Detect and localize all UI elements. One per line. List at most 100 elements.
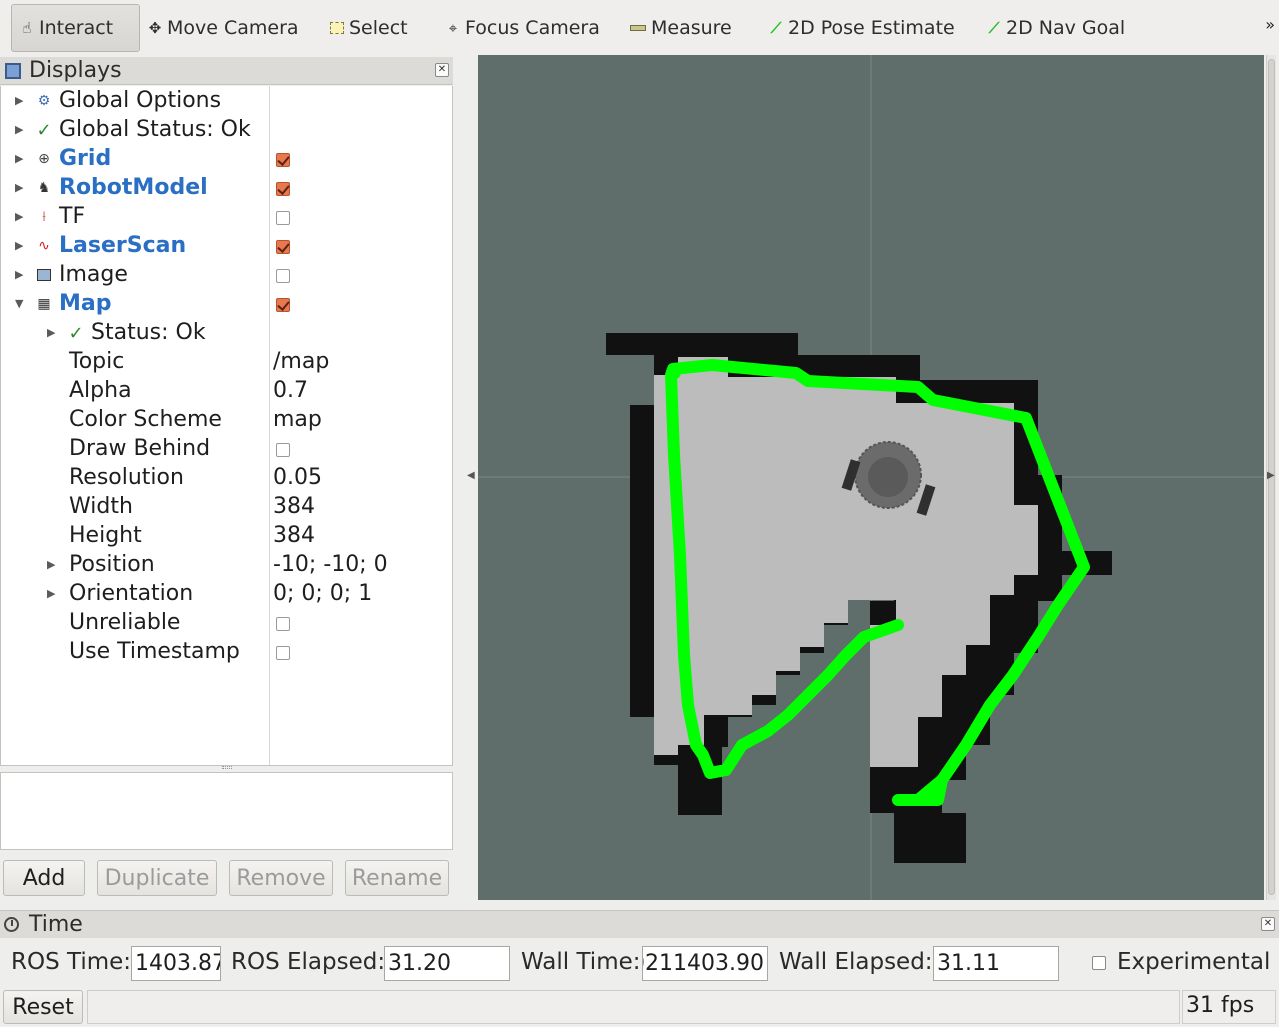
image-icon (36, 267, 52, 283)
viewport-scene (478, 55, 1264, 900)
tree-item-label: RobotModel (59, 175, 208, 200)
tool-interact-label: Interact (39, 17, 114, 39)
select-icon (330, 22, 344, 34)
tree-item-label: Global Status: Ok (59, 117, 251, 142)
expand-arrow-icon[interactable]: ▶ (47, 587, 57, 600)
tree-item-robot-model[interactable]: ▶ ♞ RobotModel (1, 174, 452, 203)
map-prop-draw-behind[interactable]: Draw Behind (1, 435, 452, 464)
remove-display-button[interactable]: Remove (229, 860, 333, 896)
image-enabled-checkbox[interactable] (276, 269, 290, 283)
tree-item-grid[interactable]: ▶ ⊕ Grid (1, 145, 452, 174)
map-prop-position[interactable]: ▶ Position -10; -10; 0 (1, 551, 452, 580)
wall-time-field[interactable]: 0211403.90 (642, 946, 768, 981)
tree-item-label: LaserScan (59, 233, 187, 258)
tree-item-tf[interactable]: ▶ ⟊ TF (1, 203, 452, 232)
expand-arrow-icon[interactable]: ▶ (15, 123, 25, 136)
prop-value[interactable]: 0.7 (273, 378, 308, 403)
map-prop-resolution[interactable]: Resolution 0.05 (1, 464, 452, 493)
tool-select-label: Select (349, 17, 408, 39)
prop-value[interactable]: /map (273, 349, 329, 374)
prop-value[interactable]: map (273, 407, 322, 432)
ros-elapsed-label: ROS Elapsed: (231, 949, 386, 975)
reset-button[interactable]: Reset (3, 990, 83, 1024)
wall-elapsed-label: Wall Elapsed: (779, 949, 933, 975)
render-viewport[interactable] (478, 55, 1264, 900)
expand-arrow-icon[interactable]: ▶ (15, 181, 25, 194)
prop-label: Width (69, 494, 133, 519)
duplicate-display-button[interactable]: Duplicate (97, 860, 217, 896)
prop-value[interactable]: -10; -10; 0 (273, 552, 388, 577)
map-prop-unreliable[interactable]: Unreliable (1, 609, 452, 638)
map-enabled-checkbox[interactable] (276, 298, 290, 312)
laser-scan-enabled-checkbox[interactable] (276, 240, 290, 254)
map-prop-height[interactable]: Height 384 (1, 522, 452, 551)
tree-item-map[interactable]: ▼ ▦ Map (1, 290, 452, 319)
collapse-left-handle[interactable]: ◀ (467, 470, 475, 481)
robot-model-enabled-checkbox[interactable] (276, 182, 290, 196)
toolbar-overflow-button[interactable]: » (1265, 15, 1275, 34)
tree-item-global-options[interactable]: ▶ ⚙ Global Options (1, 87, 452, 116)
map-prop-alpha[interactable]: Alpha 0.7 (1, 377, 452, 406)
map-status-row[interactable]: ▶ ✓ Status: Ok (1, 319, 452, 348)
ros-time-field[interactable]: 1403.87 (131, 946, 221, 981)
prop-value[interactable]: 384 (273, 494, 315, 519)
draw-behind-checkbox[interactable] (276, 443, 290, 457)
grid-enabled-checkbox[interactable] (276, 153, 290, 167)
nav-goal-arrow-icon: ⟋ (988, 19, 1000, 37)
monitor-icon (5, 62, 21, 79)
displays-close-button[interactable]: ✕ (435, 63, 449, 77)
tool-measure-button[interactable]: Measure (630, 4, 732, 52)
prop-value[interactable]: 384 (273, 523, 315, 548)
expand-arrow-icon[interactable]: ▶ (15, 239, 25, 252)
expand-arrow-icon[interactable]: ▶ (15, 210, 25, 223)
unreliable-checkbox[interactable] (276, 617, 290, 631)
tool-select-button[interactable]: Select (330, 4, 408, 52)
tool-2d-nav-goal-button[interactable]: ⟋ 2D Nav Goal (985, 4, 1125, 52)
splitter-handle[interactable] (222, 766, 232, 769)
prop-value[interactable]: 0; 0; 0; 1 (273, 581, 372, 606)
rename-display-button[interactable]: Rename (345, 860, 449, 896)
tool-move-camera-label: Move Camera (167, 17, 299, 39)
tree-item-global-status[interactable]: ▶ ✓ Global Status: Ok (1, 116, 452, 145)
tree-item-laser-scan[interactable]: ▶ ∿ LaserScan (1, 232, 452, 261)
expand-arrow-icon[interactable]: ▶ (15, 268, 25, 281)
prop-value[interactable]: 0.05 (273, 465, 322, 490)
map-prop-topic[interactable]: Topic /map (1, 348, 452, 377)
tool-move-camera-button[interactable]: ✥ Move Camera (146, 4, 299, 52)
expand-arrow-icon[interactable]: ▶ (15, 94, 25, 107)
tool-focus-camera-button[interactable]: ⌖ Focus Camera (444, 4, 600, 52)
tool-focus-camera-label: Focus Camera (465, 17, 600, 39)
expand-arrow-icon[interactable]: ▶ (47, 558, 57, 571)
wall-elapsed-field[interactable]: 31.11 (933, 946, 1059, 981)
tf-enabled-checkbox[interactable] (276, 211, 290, 225)
tool-interact-button[interactable]: ☝ Interact (11, 4, 140, 52)
laser-scan-icon: ∿ (38, 238, 50, 254)
displays-tree: ▶ ⚙ Global Options ▶ ✓ Global Status: Ok… (0, 86, 453, 766)
fps-readout: 31 fps (1182, 990, 1276, 1024)
map-prop-use-timestamp[interactable]: Use Timestamp (1, 638, 452, 667)
time-close-button[interactable]: ✕ (1261, 917, 1275, 931)
ros-elapsed-field[interactable]: 31.20 (384, 946, 510, 981)
expand-arrow-icon[interactable]: ▶ (47, 326, 57, 339)
tree-item-label: TF (59, 204, 86, 229)
map-prop-color-scheme[interactable]: Color Scheme map (1, 406, 452, 435)
tree-item-image[interactable]: ▶ Image (1, 261, 452, 290)
expand-arrow-icon[interactable]: ▶ (15, 152, 25, 165)
clock-icon (4, 917, 19, 932)
map-prop-width[interactable]: Width 384 (1, 493, 452, 522)
tool-2d-pose-estimate-label: 2D Pose Estimate (788, 17, 955, 39)
prop-label: Orientation (69, 581, 194, 606)
grid-icon: ⊕ (38, 151, 50, 167)
map-prop-orientation[interactable]: ▶ Orientation 0; 0; 0; 1 (1, 580, 452, 609)
collapse-right-handle[interactable]: ▶ (1267, 470, 1275, 481)
check-icon: ✓ (68, 322, 84, 344)
prop-label: Draw Behind (69, 436, 211, 461)
tool-2d-pose-estimate-button[interactable]: ⟋ 2D Pose Estimate (767, 4, 955, 52)
measure-icon (630, 25, 646, 31)
add-display-button[interactable]: Add (3, 860, 85, 896)
use-timestamp-checkbox[interactable] (276, 646, 290, 660)
collapse-arrow-icon[interactable]: ▼ (15, 297, 25, 310)
experimental-checkbox[interactable] (1092, 956, 1106, 970)
tree-item-label: Grid (59, 146, 112, 171)
tree-item-label: Image (59, 262, 128, 287)
